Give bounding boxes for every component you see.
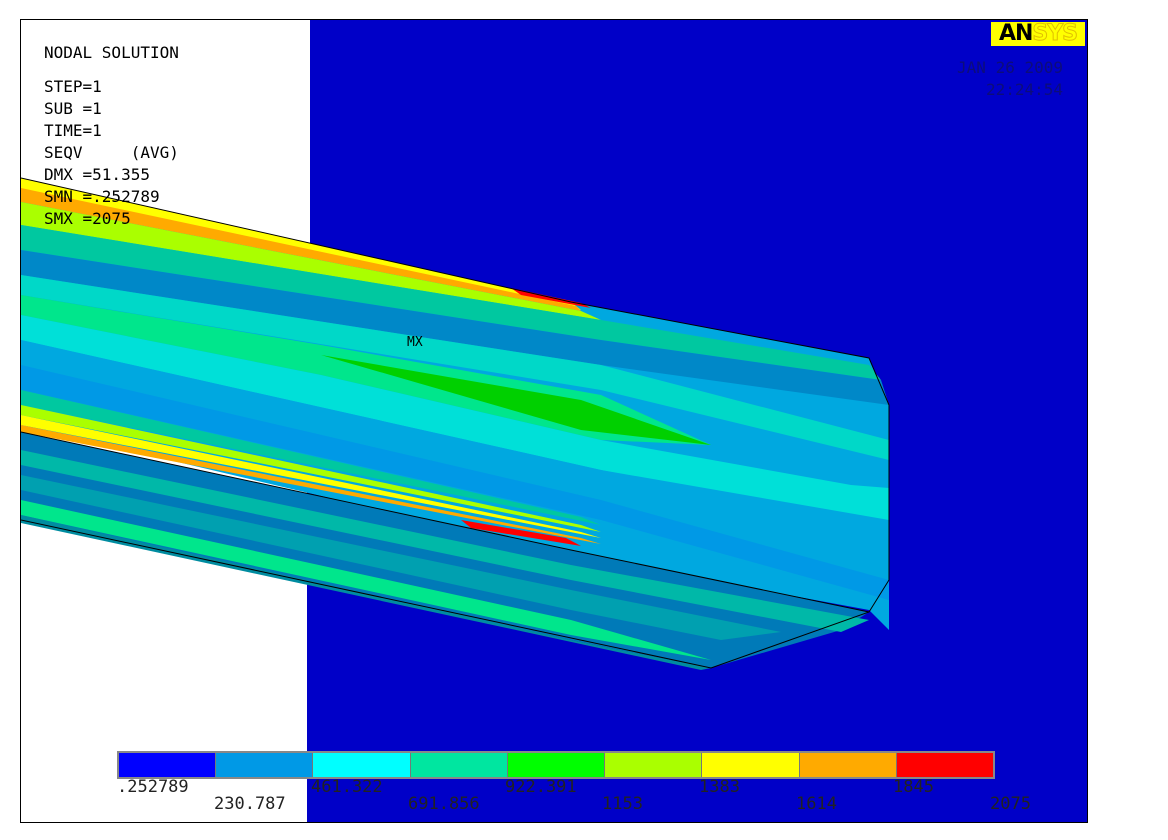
contour-legend: [117, 751, 995, 779]
legend-tick: 1614: [796, 794, 837, 814]
max-marker: MX: [407, 335, 423, 350]
legend-tick: 461.322: [311, 777, 383, 797]
ansys-logo: AN SYS: [991, 21, 1085, 46]
smn-label: SMN =.252789: [44, 187, 160, 206]
legend-color-8: [896, 753, 993, 777]
result-title: NODAL SOLUTION: [44, 43, 179, 62]
legend-color-7: [799, 753, 897, 777]
legend-tick: 922.391: [505, 777, 577, 797]
legend-tick: .252789: [117, 777, 189, 797]
legend-color-2: [313, 753, 411, 777]
result-item-label: SEQV (AVG): [44, 143, 179, 162]
legend-color-6: [702, 753, 800, 777]
legend-color-1: [216, 753, 314, 777]
legend-color-4: [507, 753, 606, 777]
dmx-label: DMX =51.355: [44, 165, 150, 184]
step-label: STEP=1: [44, 77, 102, 96]
date-stamp: JAN 26 2009: [957, 58, 1063, 77]
legend-tick: 2075: [990, 794, 1031, 814]
legend-tick: 1845: [893, 777, 934, 797]
legend-color-3: [410, 753, 508, 777]
legend-tick: 1153: [602, 794, 643, 814]
substep-label: SUB =1: [44, 99, 102, 118]
time-stamp: 22:24:54: [985, 80, 1063, 99]
graphics-window[interactable]: NODAL SOLUTION STEP=1 SUB =1 TIME=1 SEQV…: [20, 19, 1088, 823]
legend-color-5: [605, 753, 703, 777]
smx-label: SMX =2075: [44, 209, 131, 228]
legend-tick: 1383: [699, 777, 740, 797]
legend-color-0: [119, 753, 217, 777]
legend-tick: 230.787: [214, 794, 286, 814]
contour-plot[interactable]: [21, 20, 1087, 822]
time-label: TIME=1: [44, 121, 102, 140]
legend-tick: 691.856: [408, 794, 480, 814]
